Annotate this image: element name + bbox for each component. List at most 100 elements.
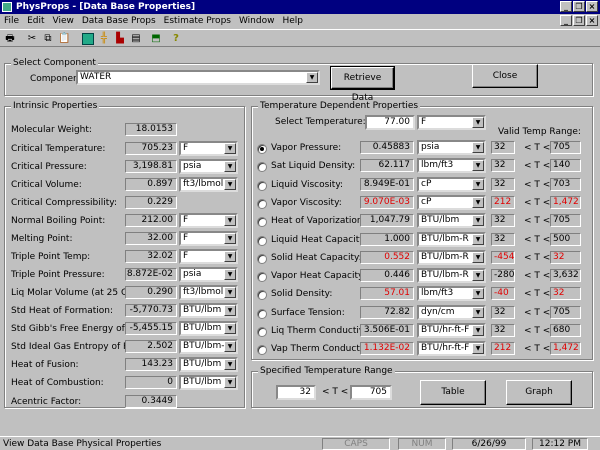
unit-value: BTU/lbm [421,215,460,226]
unit-select[interactable]: ft3/lbmol ▼ [179,177,238,192]
print-icon[interactable]: 🖶 [4,33,16,45]
close-icon[interactable]: × [586,1,598,12]
temperature-unit-select[interactable]: F ▼ [417,115,486,130]
unit-select[interactable]: ft3/lbmol ▼ [179,285,238,300]
unit-select[interactable]: BTU/lbm ▼ [179,375,238,390]
unit-select[interactable]: psia ▼ [179,267,238,282]
range-low-input[interactable]: 32 [276,385,316,400]
retrieve-data-button[interactable]: Retrieve Data [330,66,395,103]
chevron-down-icon[interactable]: ▼ [224,269,236,280]
menu-database-props[interactable]: Data Base Props [78,14,160,28]
menu-help[interactable]: Help [278,14,307,28]
chevron-down-icon[interactable]: ▼ [472,270,484,282]
unit-select[interactable]: BTU/lbm-R ▼ [417,249,486,265]
unit-select[interactable]: lbm/ft3 ▼ [417,158,486,174]
chevron-down-icon[interactable]: ▼ [224,251,236,262]
unit-select[interactable]: psia ▼ [417,140,486,155]
unit-select[interactable]: BTU/lbm ▼ [179,357,238,372]
menu-window[interactable]: Window [235,14,279,28]
unit-select[interactable]: lbm/ft3 ▼ [417,286,486,302]
unit-select[interactable]: F ▼ [179,249,238,264]
chevron-down-icon[interactable]: ▼ [472,215,484,227]
component-select[interactable]: WATER ▼ [76,70,320,85]
property-radio[interactable] [257,253,267,264]
graph-button[interactable]: Graph [506,380,572,405]
unit-select[interactable]: BTU/hr-ft-F ▼ [417,323,486,338]
chevron-down-icon[interactable]: ▼ [224,215,236,226]
close-button[interactable]: Close [472,64,538,88]
chevron-down-icon[interactable]: ▼ [472,233,484,245]
property-radio[interactable] [257,308,267,319]
menu-edit[interactable]: Edit [23,14,48,28]
temperature-input[interactable]: 77.00 [365,115,415,130]
unit-select[interactable]: cP ▼ [417,176,486,192]
chevron-down-icon[interactable]: ▼ [306,72,318,83]
unit-select[interactable]: BTU/lbm ▼ [417,213,486,229]
table-icon[interactable]: ▤ [130,33,142,45]
unit-select[interactable]: BTU/lbm-R ▼ [417,268,486,284]
chevron-down-icon[interactable]: ▼ [224,323,236,334]
table-button[interactable]: Table [420,380,486,405]
chevron-down-icon[interactable]: ▼ [472,306,484,318]
cut-icon[interactable]: ✂ [26,33,38,45]
chart-icon[interactable]: ▙ [114,33,126,45]
chevron-down-icon[interactable]: ▼ [224,287,236,298]
chevron-down-icon[interactable]: ▼ [472,325,484,336]
property-label: Liq Molar Volume (at 25 C): [11,288,134,298]
range-lt: < T < [524,271,551,282]
chevron-down-icon[interactable]: ▼ [472,288,484,300]
minimize-icon[interactable]: _ [560,1,572,12]
export-icon[interactable]: ⬒ [150,33,162,45]
copy-icon[interactable]: ⧉ [42,33,54,45]
unit-select[interactable]: BTU/lbm ▼ [179,303,238,318]
chevron-down-icon[interactable]: ▼ [472,142,484,153]
unit-select[interactable]: BTU/lbm-R ▼ [179,339,238,354]
chevron-down-icon[interactable]: ▼ [224,359,236,370]
chevron-down-icon[interactable]: ▼ [472,178,484,190]
unit-select[interactable]: psia ▼ [179,159,238,174]
range-high-input[interactable]: 705 [350,385,392,400]
property-radio[interactable] [257,235,267,246]
unit-value: BTU/lbm-R [421,270,469,281]
property-radio[interactable] [257,198,267,209]
chevron-down-icon[interactable]: ▼ [224,341,236,352]
database-icon[interactable] [82,33,94,45]
menu-file[interactable]: File [0,14,23,28]
chevron-down-icon[interactable]: ▼ [472,196,484,208]
estimate-icon[interactable]: ╬ [98,33,110,45]
unit-value: psia [183,161,202,171]
menu-view[interactable]: View [49,14,78,28]
unit-select[interactable]: F ▼ [179,213,238,228]
unit-select[interactable]: BTU/hr-ft-F ▼ [417,341,486,357]
unit-select[interactable]: BTU/lbm ▼ [179,321,238,336]
chevron-down-icon[interactable]: ▼ [472,160,484,172]
restore-icon[interactable]: ❐ [573,1,585,12]
menu-estimate-props[interactable]: Estimate Props [160,14,235,28]
child-restore-icon[interactable]: ❐ [573,15,585,26]
unit-select[interactable]: F ▼ [179,141,238,156]
chevron-down-icon[interactable]: ▼ [224,233,236,244]
chevron-down-icon[interactable]: ▼ [224,305,236,316]
valid-range-header: Valid Temp Range: [498,127,581,137]
chevron-down-icon[interactable]: ▼ [224,377,236,388]
property-radio[interactable] [257,180,267,191]
component-value: WATER [80,72,112,82]
property-label: Critical Pressure: [11,162,87,172]
child-minimize-icon[interactable]: _ [560,15,572,26]
chevron-down-icon[interactable]: ▼ [224,179,236,190]
property-radio[interactable] [257,144,267,154]
property-radio[interactable] [257,327,267,337]
unit-select[interactable]: F ▼ [179,231,238,246]
chevron-down-icon[interactable]: ▼ [224,143,236,154]
property-label: Heat of Vaporization: [271,216,366,227]
child-close-icon[interactable]: × [586,15,598,26]
help-icon[interactable]: ? [170,33,182,45]
paste-icon[interactable]: 📋 [58,33,70,45]
chevron-down-icon[interactable]: ▼ [472,343,484,355]
unit-select[interactable]: BTU/lbm-R ▼ [417,231,486,247]
chevron-down-icon[interactable]: ▼ [472,251,484,263]
chevron-down-icon[interactable]: ▼ [472,117,484,128]
unit-select[interactable]: dyn/cm ▼ [417,304,486,320]
chevron-down-icon[interactable]: ▼ [224,161,236,172]
unit-select[interactable]: cP ▼ [417,194,486,210]
